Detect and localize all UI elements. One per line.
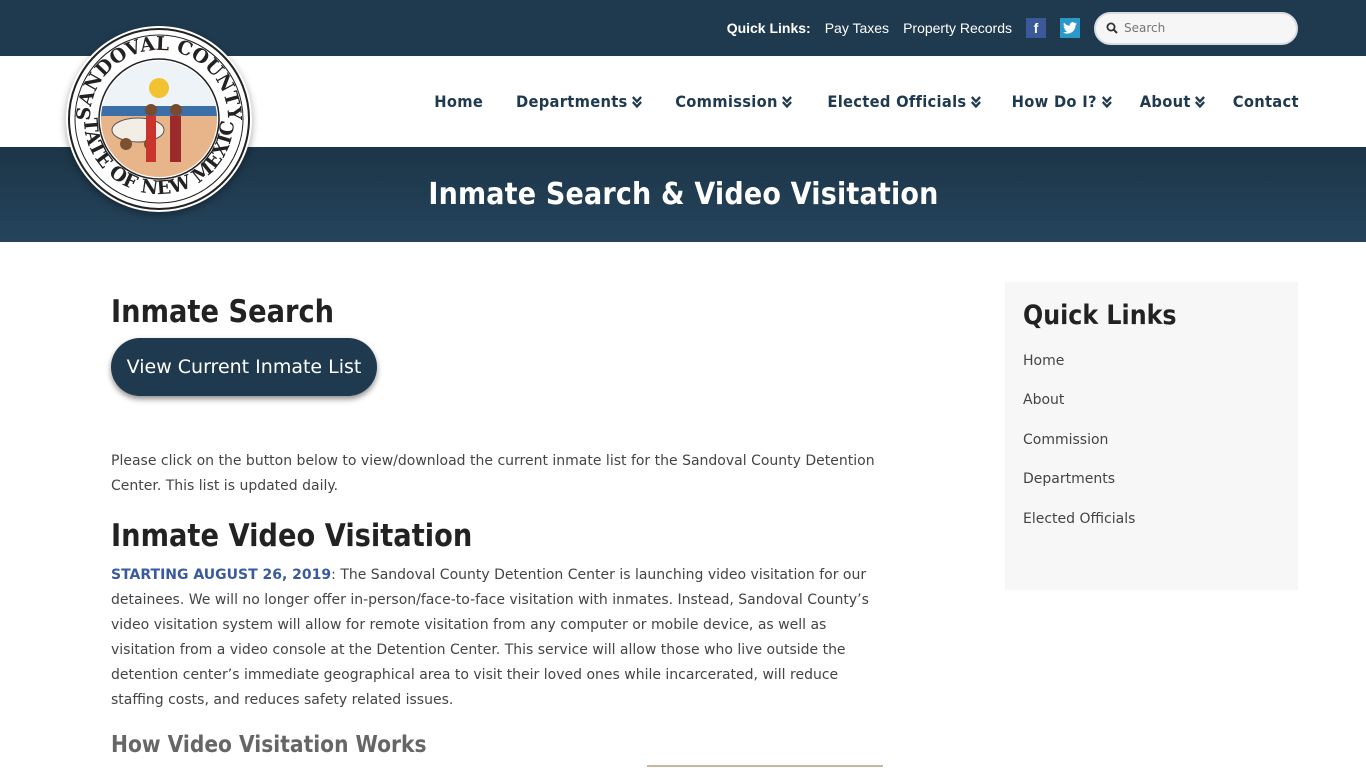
- nav-commission-label: Commission: [674, 92, 778, 111]
- pay-taxes-link[interactable]: Pay Taxes: [825, 20, 889, 36]
- nav-how-do-i-label: How Do I?: [1011, 92, 1098, 111]
- chevron-down-icon: [632, 95, 643, 108]
- chevron-down-icon: [782, 95, 793, 108]
- view-inmate-list-button[interactable]: View Current Inmate List: [111, 338, 377, 396]
- video-visitation-text: STARTING AUGUST 26, 2019: The Sandoval C…: [111, 563, 886, 713]
- inmate-search-heading: Inmate Search: [111, 294, 335, 330]
- how-video-visitation-works-heading: How Video Visitation Works: [111, 732, 427, 758]
- video-visitation-heading: Inmate Video Visitation: [111, 518, 473, 554]
- nav-departments-label: Departments: [516, 92, 628, 111]
- chevron-down-icon: [1101, 95, 1112, 108]
- nav-departments[interactable]: Departments: [516, 92, 643, 111]
- sidebar-list: Home About Commission Departments Electe…: [1023, 353, 1280, 550]
- top-quick-links: Quick Links: Pay Taxes Property Records …: [727, 0, 1298, 56]
- property-records-link[interactable]: Property Records: [903, 20, 1012, 36]
- sidebar-item-about[interactable]: About: [1023, 392, 1280, 431]
- sidebar-title: Quick Links: [1023, 300, 1177, 331]
- sidebar-item-home[interactable]: Home: [1023, 353, 1280, 392]
- nav-how-do-i[interactable]: How Do I?: [1012, 92, 1112, 111]
- sidebar-item-commission[interactable]: Commission: [1023, 432, 1280, 471]
- nav-about[interactable]: About: [1140, 92, 1206, 111]
- nav-contact[interactable]: Contact: [1233, 92, 1299, 111]
- nav-commission[interactable]: Commission: [674, 92, 793, 111]
- nav-about-label: About: [1139, 92, 1191, 111]
- twitter-icon[interactable]: [1060, 18, 1080, 38]
- sidebar-item-elected-officials[interactable]: Elected Officials: [1023, 511, 1280, 550]
- chevron-down-icon: [971, 95, 982, 108]
- chevron-down-icon: [1195, 95, 1206, 108]
- start-date: STARTING AUGUST 26, 2019: [111, 567, 332, 583]
- search-icon: [1106, 19, 1118, 38]
- nav-home[interactable]: Home: [434, 92, 483, 111]
- quick-links-sidebar: Quick Links Home About Commission Depart…: [1005, 282, 1298, 590]
- nav-home-label: Home: [434, 92, 484, 111]
- main-nav: Home Departments Commission Elected Offi…: [408, 56, 1299, 147]
- nav-contact-label: Contact: [1232, 92, 1299, 111]
- county-seal-logo[interactable]: SANDOVAL COUNTY STATE OF NEW MEXICO: [58, 9, 252, 212]
- search-box: [1094, 11, 1298, 45]
- inmate-list-intro: Please click on the button below to view…: [111, 453, 875, 494]
- page-title: Inmate Search & Video Visitation: [427, 177, 939, 212]
- quick-links-label: Quick Links:: [726, 20, 811, 36]
- facebook-icon[interactable]: f: [1026, 18, 1046, 38]
- sidebar-item-departments[interactable]: Departments: [1023, 471, 1280, 510]
- search-input[interactable]: [1124, 21, 1284, 35]
- nav-elected-officials-label: Elected Officials: [827, 92, 967, 111]
- video-visitation-body: : The Sandoval County Detention Center i…: [111, 567, 869, 708]
- nav-elected-officials[interactable]: Elected Officials: [828, 92, 982, 111]
